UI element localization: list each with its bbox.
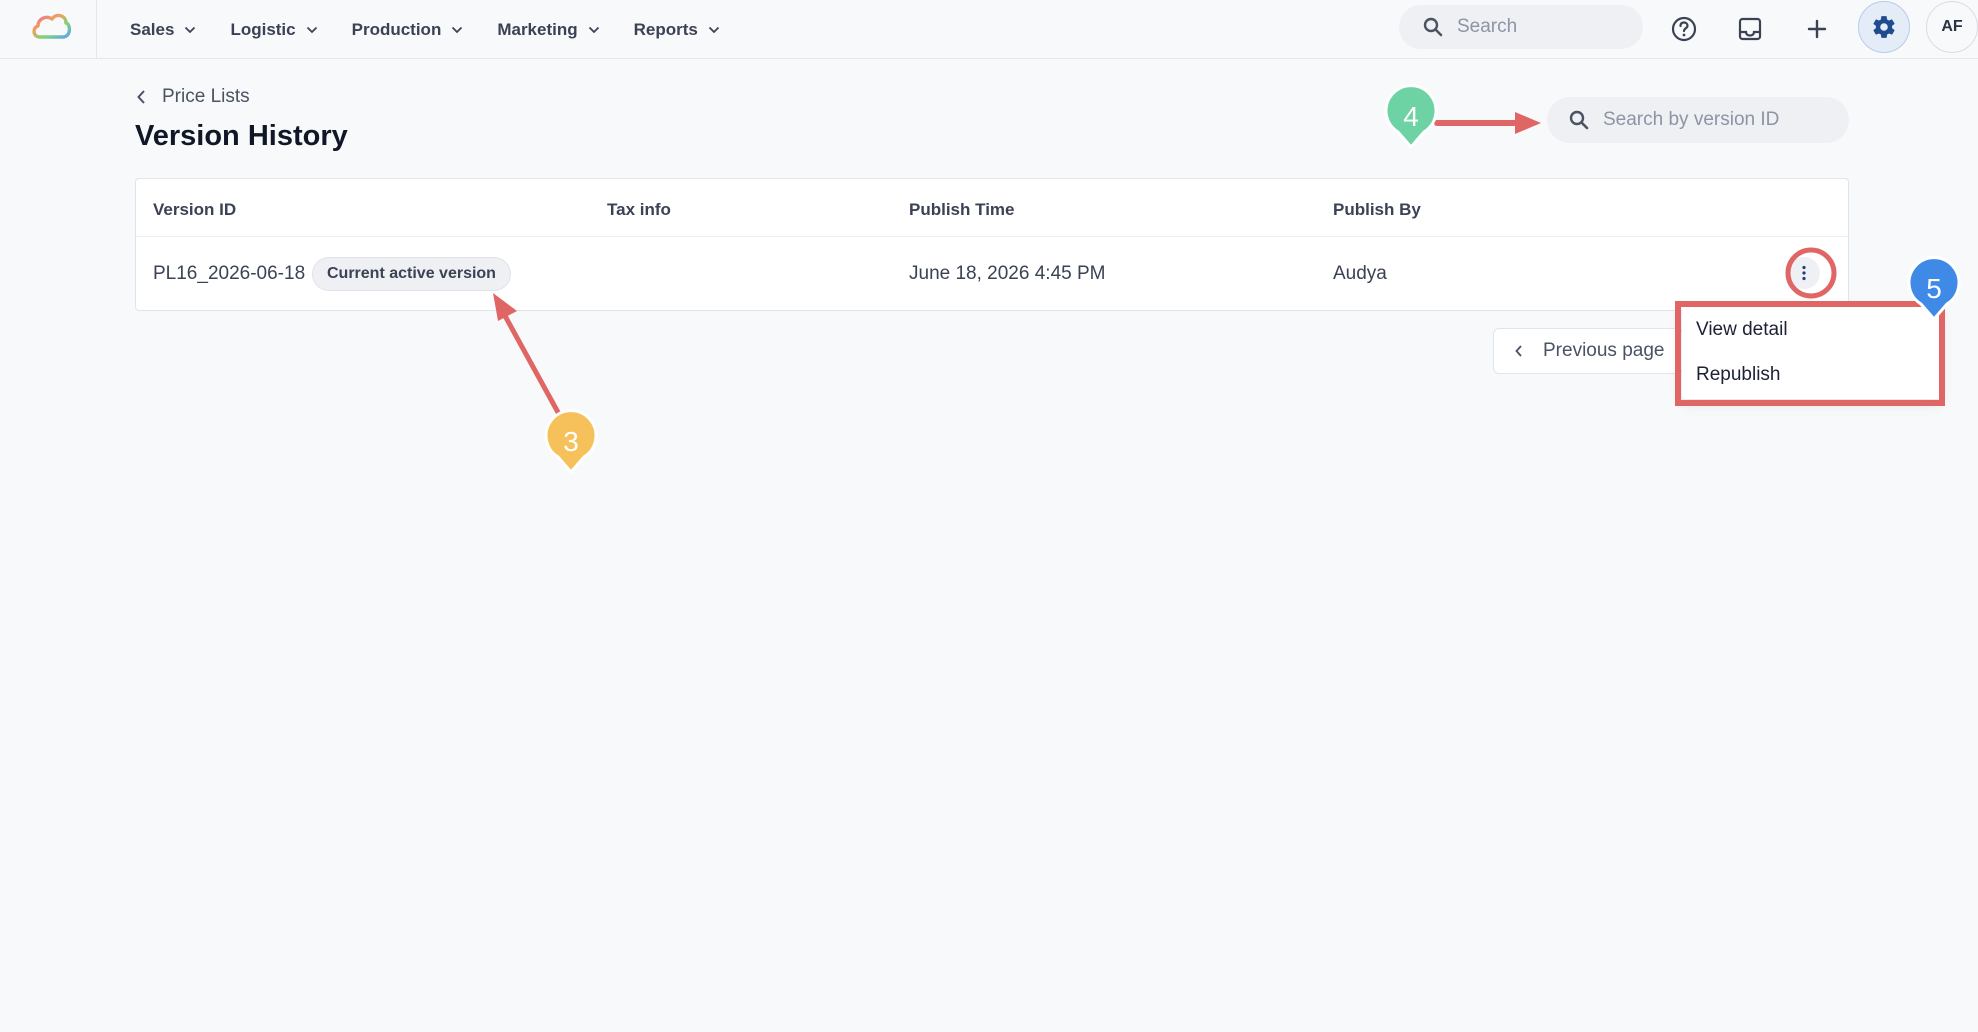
search-icon [1569,110,1589,130]
column-header-version-id: Version ID [153,200,237,219]
annotation-marker-3: 3 [544,409,598,475]
cell-publish-by: Audya [1333,263,1387,284]
annotation-marker-3-label: 3 [563,426,579,457]
table-header: Version ID Tax info Publish Time Publish… [136,179,1848,237]
chevron-down-icon [306,26,317,33]
nav-item-marketing[interactable]: Marketing [497,20,599,40]
search-icon [1423,17,1443,37]
gear-icon [1873,16,1895,38]
annotation-marker-4-label: 4 [1403,101,1419,132]
version-search[interactable] [1547,97,1849,143]
user-avatar[interactable]: AF [1926,1,1978,53]
status-badge: Current active version [312,257,511,291]
previous-page-button[interactable]: Previous page [1493,328,1683,374]
nav-item-sales[interactable]: Sales [130,20,196,40]
annotation-arrow-badge [493,293,563,419]
logo-cloud-icon [32,13,72,39]
annotation-marker-5-label: 5 [1926,273,1942,304]
add-button[interactable] [1798,10,1836,48]
annotation-marker-4: 4 [1384,84,1438,150]
chevron-down-icon [708,26,719,33]
help-icon [1671,16,1697,42]
nav-item-reports[interactable]: Reports [634,20,720,40]
version-history-table: Version ID Tax info Publish Time Publish… [135,178,1849,311]
nav-item-logistic[interactable]: Logistic [230,20,317,40]
column-header-publish-time: Publish Time [909,200,1015,219]
more-vertical-icon [1802,265,1806,281]
annotation-overlay: 3 4 5 [493,84,1961,475]
settings-button[interactable] [1858,1,1910,53]
annotation-arrow-search [1434,112,1541,134]
global-search-input[interactable] [1457,16,1627,38]
chevron-down-icon [588,26,599,33]
version-search-input[interactable] [1603,109,1833,131]
page-title: Version History [135,120,348,152]
breadcrumb-back-link[interactable]: Price Lists [136,84,250,110]
previous-page-label: Previous page [1543,340,1665,361]
nav-item-label: Production [351,19,442,39]
global-search[interactable] [1399,5,1643,49]
nav-item-production[interactable]: Production [352,20,464,40]
column-header-publish-by: Publish By [1333,200,1421,219]
row-actions-button[interactable] [1788,257,1820,289]
chevron-down-icon [185,26,196,33]
cell-version-id: PL16_2026-06-18 [153,263,306,284]
plus-icon [1807,19,1827,39]
inbox-button[interactable] [1731,10,1769,48]
column-header-tax-info: Tax info [607,200,671,219]
breadcrumb-label: Price Lists [162,86,250,107]
menu-item-republish[interactable]: Republish [1696,364,1781,386]
chevron-left-icon [137,90,145,104]
menu-item-view-detail[interactable]: View detail [1696,319,1788,341]
logo-area[interactable] [0,0,97,59]
nav-item-label: Marketing [497,19,578,39]
cell-publish-time: June 18, 2026 4:45 PM [909,263,1106,284]
nav-item-label: Sales [130,19,175,39]
top-navigation-bar: Sales Logistic Production Marketing Repo… [0,0,1978,59]
main-menu: Sales Logistic Production Marketing Repo… [130,0,754,59]
row-actions-menu: View detail Republish [1682,307,1940,399]
chevron-left-icon [1515,345,1522,357]
nav-item-label: Logistic [230,19,296,39]
nav-item-label: Reports [633,19,698,39]
help-button[interactable] [1665,10,1703,48]
chevron-down-icon [452,26,463,33]
inbox-icon [1738,17,1762,41]
